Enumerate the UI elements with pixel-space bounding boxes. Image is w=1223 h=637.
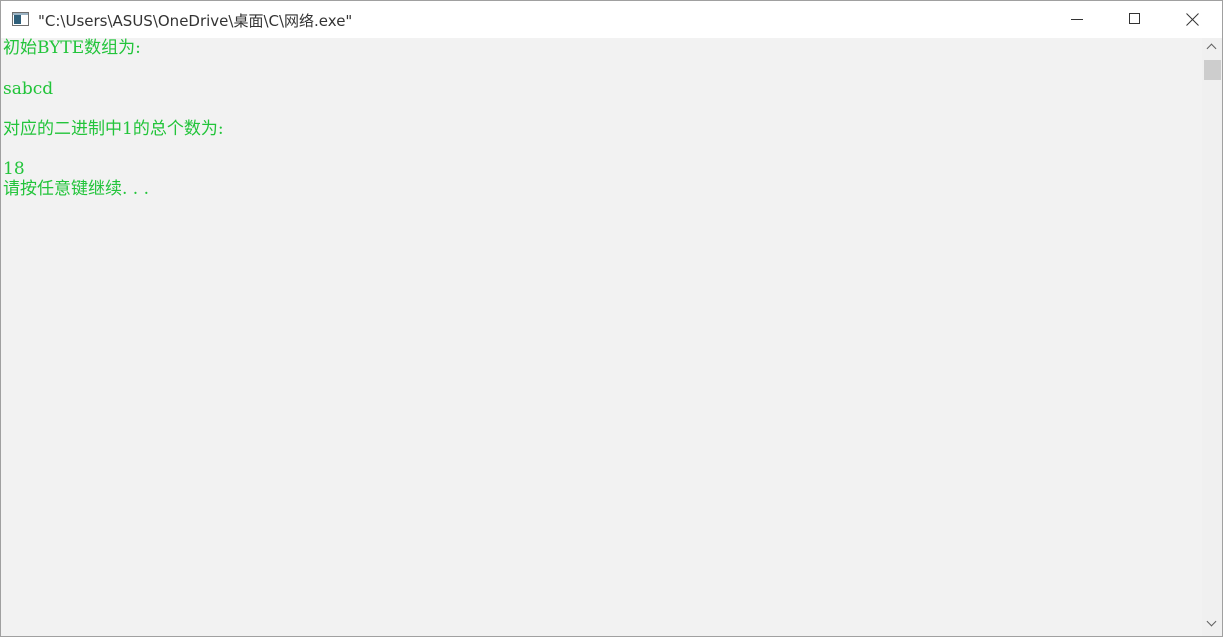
console-line: 18 <box>3 159 25 179</box>
minimize-button[interactable] <box>1047 1 1105 38</box>
console-output-area[interactable]: 初始BYTE数组为: sabcd 对应的二进制中1的总个数为: 18 请按任意键… <box>1 38 1202 636</box>
console-line: 请按任意键继续. . . <box>3 179 150 199</box>
close-button[interactable] <box>1163 1 1221 38</box>
maximize-button[interactable] <box>1105 1 1163 38</box>
console-window: "C:\Users\ASUS\OneDrive\桌面\C\网络.exe" 初始B… <box>0 0 1223 637</box>
close-icon <box>1186 13 1199 26</box>
window-title: "C:\Users\ASUS\OneDrive\桌面\C\网络.exe" <box>38 12 353 30</box>
console-line: 对应的二进制中1的总个数为: <box>3 119 224 139</box>
title-bar[interactable]: "C:\Users\ASUS\OneDrive\桌面\C\网络.exe" <box>1 1 1222 38</box>
vertical-scrollbar[interactable] <box>1202 38 1222 636</box>
scroll-down-button[interactable] <box>1202 616 1222 636</box>
scrollbar-thumb[interactable] <box>1204 60 1221 80</box>
console-window-icon[interactable] <box>12 12 29 26</box>
scroll-up-button[interactable] <box>1202 38 1222 58</box>
console-line: 初始BYTE数组为: <box>3 38 141 58</box>
console-line: sabcd <box>3 79 54 99</box>
